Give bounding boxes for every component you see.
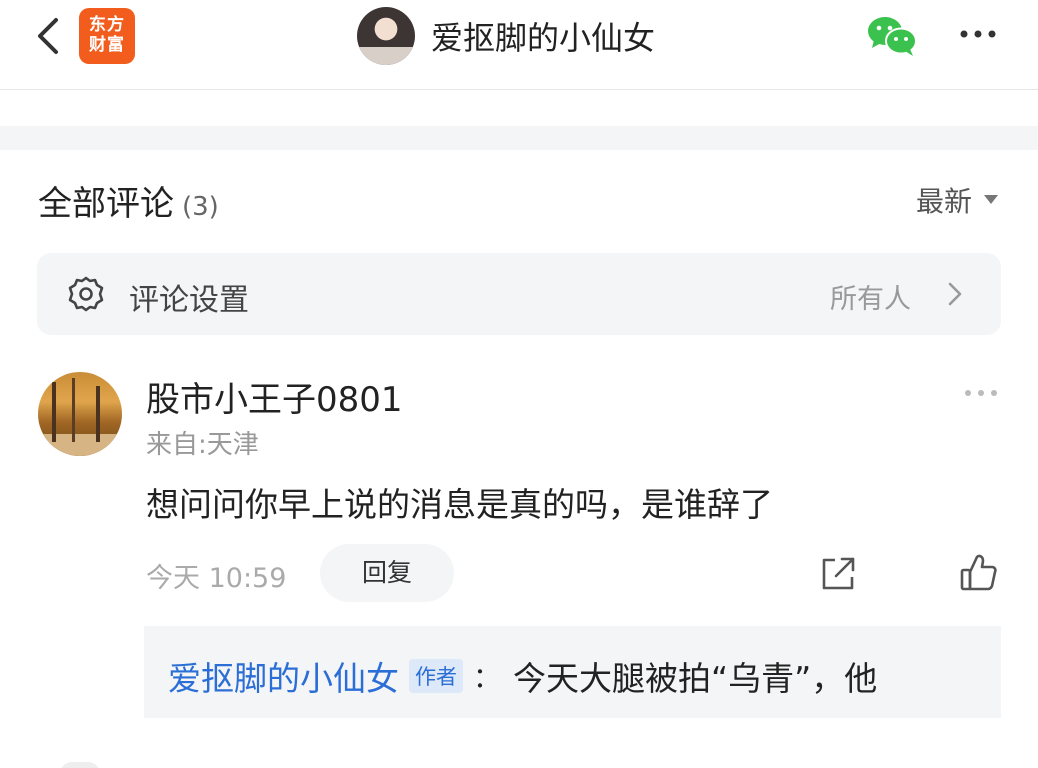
- next-comment-avatar: [60, 762, 100, 768]
- comment-text: 想问问你早上说的消息是真的吗，是谁辞了: [146, 485, 773, 524]
- profile-header[interactable]: 爱抠脚的小仙女: [357, 7, 655, 65]
- app-logo[interactable]: 东方 财富: [79, 8, 135, 64]
- top-navigation-bar: 东方 财富 爱抠脚的小仙女: [0, 0, 1038, 90]
- reply-author[interactable]: 爱抠脚的小仙女: [168, 652, 399, 700]
- reply-text: 今天大腿被拍“乌青”，他: [513, 659, 878, 698]
- settings-label: 评论设置: [129, 283, 249, 318]
- comment-settings-row[interactable]: 评论设置 所有人: [37, 253, 1001, 335]
- comments-title: 全部评论: [38, 184, 174, 224]
- caret-down-icon: [984, 195, 998, 204]
- comments-count: (3): [182, 192, 219, 222]
- more-horizontal-icon[interactable]: [958, 22, 998, 46]
- sort-dropdown[interactable]: 最新: [916, 180, 998, 220]
- chevron-left-icon[interactable]: [30, 14, 70, 58]
- reply-preview[interactable]: 爱抠脚的小仙女 作者 ： 今天大腿被拍“乌青”，他: [144, 626, 1001, 718]
- gear-icon: [68, 276, 104, 312]
- profile-name[interactable]: 爱抠脚的小仙女: [431, 13, 655, 59]
- share-external-icon[interactable]: [818, 554, 858, 594]
- comments-header: 全部评论 (3): [38, 176, 219, 225]
- reply-line: 爱抠脚的小仙女 作者 ： 今天大腿被拍“乌青”，他: [168, 652, 877, 700]
- reply-colon: ：: [473, 661, 502, 694]
- author-badge: 作者: [409, 659, 463, 693]
- logo-text-line2: 财富: [89, 35, 125, 55]
- thumbs-up-icon[interactable]: [958, 552, 1000, 594]
- avatar[interactable]: [357, 7, 415, 65]
- commenter-location: 来自:天津: [146, 430, 259, 460]
- chevron-right-icon: [948, 282, 962, 306]
- commenter-avatar[interactable]: [38, 372, 122, 456]
- commenter-username[interactable]: 股市小王子0801: [146, 372, 403, 421]
- settings-value: 所有人: [830, 284, 911, 315]
- sort-label: 最新: [915, 185, 972, 218]
- section-divider: [0, 126, 1038, 150]
- comment-more-icon[interactable]: [962, 386, 1000, 400]
- wechat-icon[interactable]: [866, 14, 918, 58]
- comment-time: 今天 10:59: [146, 563, 287, 594]
- logo-text-line1: 东方: [89, 15, 125, 35]
- reply-button[interactable]: 回复: [320, 544, 454, 602]
